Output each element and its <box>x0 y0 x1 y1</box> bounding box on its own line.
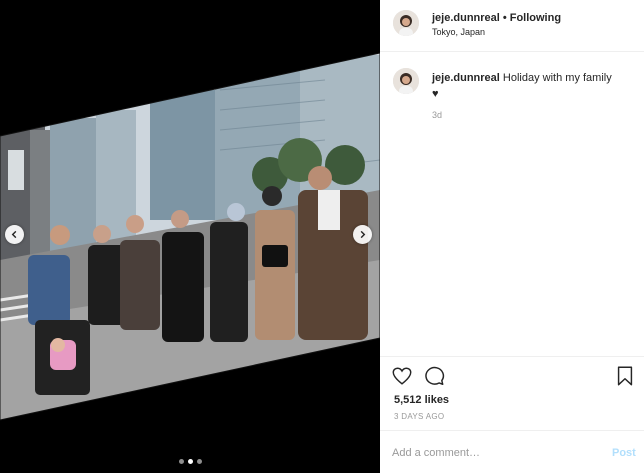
avatar[interactable] <box>393 10 419 36</box>
post-timestamp[interactable]: 3 DAYS AGO <box>394 412 444 421</box>
avatar-image <box>393 10 419 36</box>
likes-count[interactable]: 5,512 likes <box>394 394 449 406</box>
caption-message: Holiday with my family <box>502 72 612 84</box>
comment-button[interactable] <box>423 365 447 389</box>
following-button[interactable]: Following <box>510 12 561 24</box>
comment-input[interactable] <box>392 443 592 463</box>
family-photo-image <box>0 52 380 421</box>
separator-dot: • <box>502 12 507 24</box>
carousel-prev-button[interactable] <box>5 225 24 244</box>
caption-username-link[interactable]: jeje.dunnreal <box>432 72 500 84</box>
post-media <box>0 0 380 473</box>
heart-icon <box>392 367 412 385</box>
like-button[interactable] <box>391 365 415 389</box>
avatar-image <box>393 68 419 94</box>
heart-emoji: ♥ <box>432 88 439 100</box>
avatar[interactable] <box>393 68 419 94</box>
author-username-link[interactable]: jeje.dunnreal <box>432 12 500 24</box>
comment-form: Post <box>380 430 644 473</box>
post-photo[interactable] <box>0 0 380 473</box>
action-bar: 5,512 likes 3 DAYS AGO <box>380 356 644 430</box>
carousel-dot <box>178 459 184 464</box>
caption-timestamp[interactable]: 3d <box>432 110 442 120</box>
carousel-indicator <box>0 459 380 464</box>
post-comment-button[interactable]: Post <box>612 447 636 459</box>
post-sidebar: jeje.dunnreal • Following Tokyo, Japan jej… <box>380 0 644 473</box>
post-header: jeje.dunnreal • Following Tokyo, Japan <box>380 0 644 52</box>
carousel-dot-active <box>187 459 193 464</box>
save-button[interactable] <box>614 365 638 389</box>
carousel-dot <box>196 459 202 464</box>
chevron-right-icon <box>360 230 366 239</box>
bookmark-icon <box>617 366 633 386</box>
caption-text: jeje.dunnreal Holiday with my family ♥ <box>432 70 632 102</box>
chevron-left-icon <box>11 230 17 239</box>
carousel-next-button[interactable] <box>353 225 372 244</box>
location-link[interactable]: Tokyo, Japan <box>432 27 485 37</box>
comment-icon <box>425 366 445 385</box>
